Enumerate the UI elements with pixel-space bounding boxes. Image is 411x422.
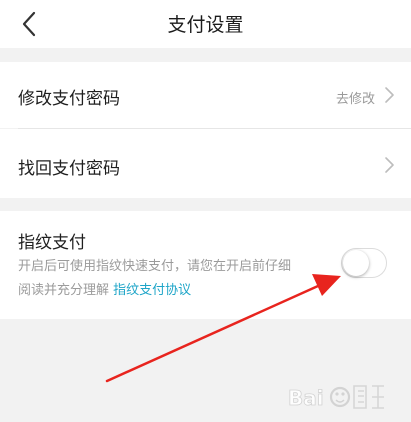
change-password-label: 修改支付密码 bbox=[18, 89, 120, 109]
svg-text:Bai: Bai bbox=[288, 386, 324, 410]
fingerprint-payment-label: 指纹支付 bbox=[18, 233, 86, 253]
fingerprint-payment-description: 开启后可使用指纹快速支付，请您在开启前仔细 阅读并充分理解 指纹支付协议 bbox=[18, 255, 338, 303]
chevron-right-icon bbox=[385, 87, 394, 103]
toggle-knob bbox=[343, 250, 369, 276]
page-title: 支付设置 bbox=[167, 14, 244, 36]
nav-bar: 支付设置 bbox=[0, 0, 411, 48]
retrieve-password-row[interactable]: 找回支付密码 bbox=[0, 129, 411, 198]
fingerprint-agreement-link[interactable]: 指纹支付协议 bbox=[113, 283, 191, 298]
baidu-jingyan-watermark-logo: Bai bbox=[288, 385, 384, 410]
description-line-2-text: 阅读并充分理解 bbox=[18, 283, 110, 298]
change-password-hint: 去修改 bbox=[335, 92, 375, 107]
description-line-1: 开启后可使用指纹快速支付，请您在开启前仔细 bbox=[18, 259, 292, 274]
description-line-2: 阅读并充分理解 指纹支付协议 bbox=[18, 279, 338, 303]
retrieve-password-label: 找回支付密码 bbox=[18, 159, 120, 179]
fingerprint-toggle[interactable] bbox=[341, 248, 387, 278]
change-password-row[interactable]: 修改支付密码 去修改 bbox=[0, 62, 411, 128]
chevron-right-icon bbox=[385, 157, 394, 173]
